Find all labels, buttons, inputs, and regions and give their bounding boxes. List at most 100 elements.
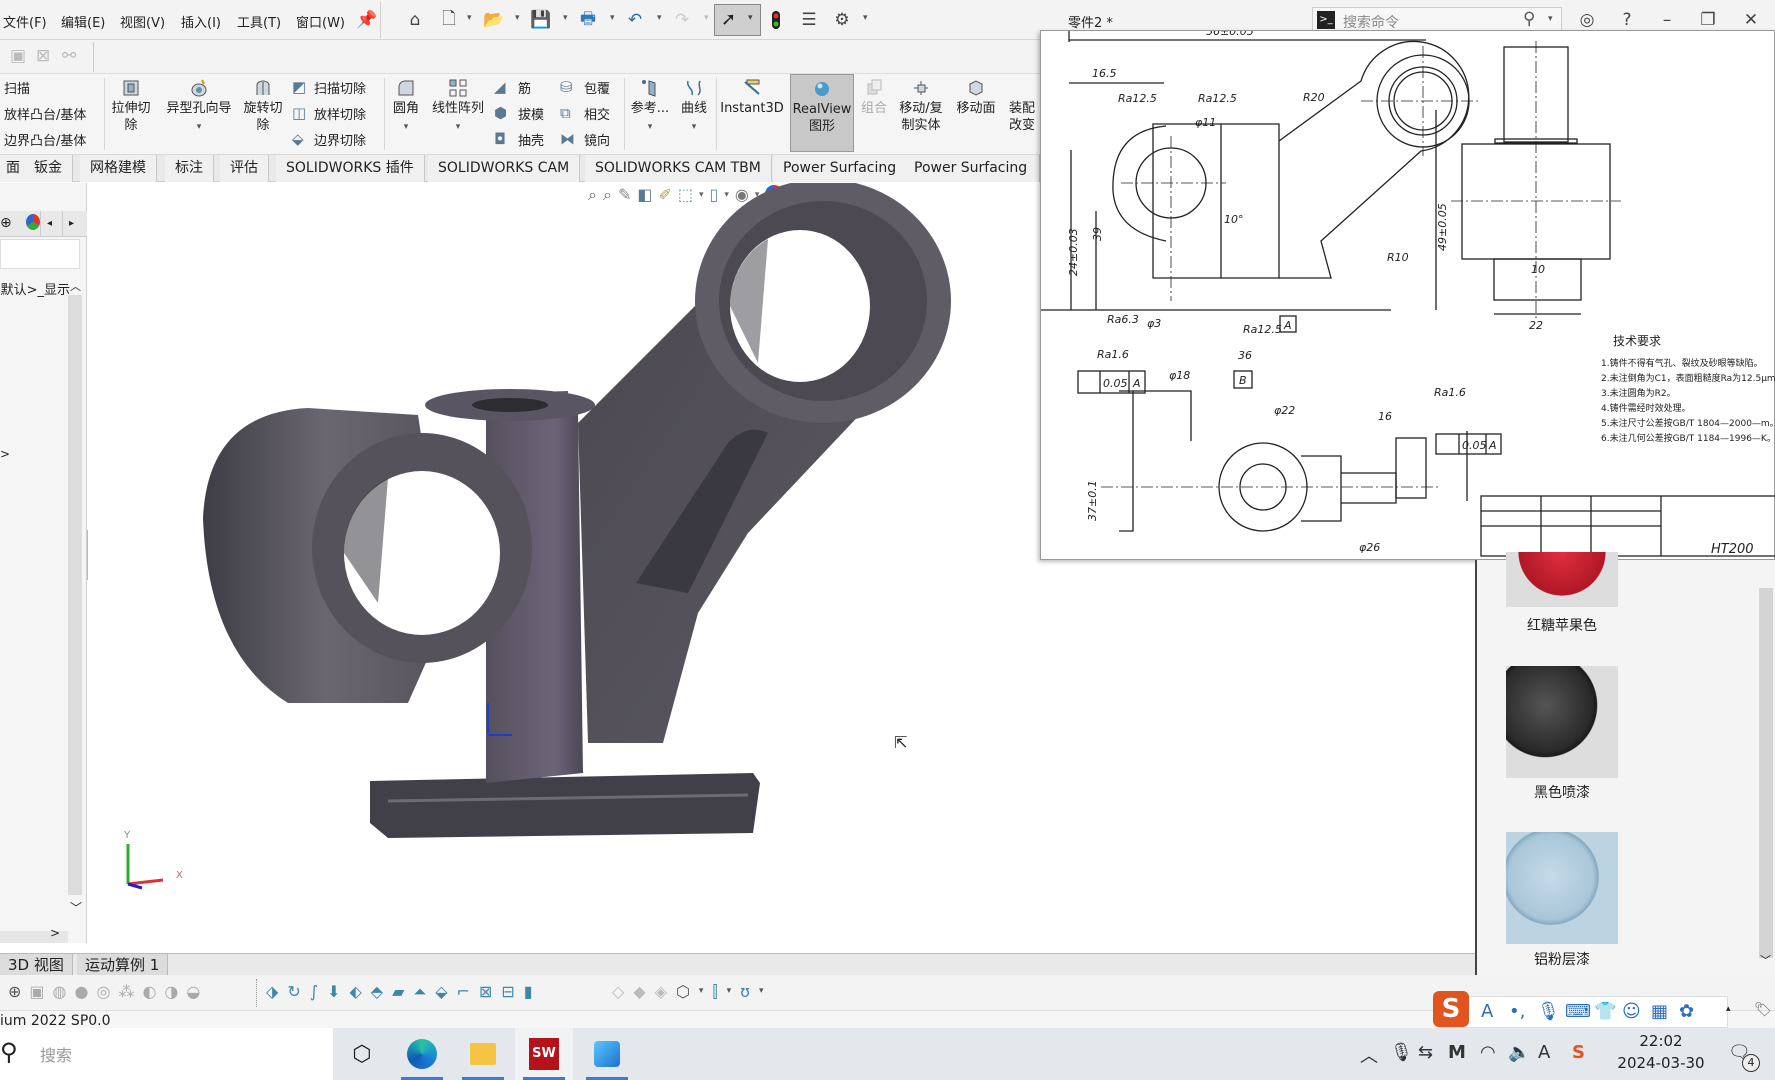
menu-insert[interactable]: 插入(I) xyxy=(181,12,221,31)
sketch-icon[interactable]: ▣ xyxy=(10,46,26,66)
open-icon[interactable]: 📂 xyxy=(483,9,505,31)
appearance-swatch-aluminum[interactable] xyxy=(1506,832,1618,944)
appearance-scrollbar[interactable] xyxy=(1759,588,1773,958)
feature-icon[interactable]: ⊠ xyxy=(36,46,50,66)
move-face-button[interactable]: 移动面 xyxy=(952,78,1000,117)
show-hidden-icons[interactable]: ︿ xyxy=(1360,1042,1378,1068)
split-icon[interactable]: ⊟ xyxy=(501,982,514,1002)
feature-a-icon[interactable]: ◍ xyxy=(53,982,67,1001)
minimize-icon[interactable]: – xyxy=(1656,9,1678,31)
search-commands-input[interactable]: 搜索命令 xyxy=(1343,12,1399,32)
undo-icon[interactable]: ↶ xyxy=(624,9,646,31)
configuration-manager-tab[interactable]: ⊕ xyxy=(0,215,12,231)
lofted-cut-button[interactable]: 放样切除 xyxy=(314,104,366,123)
swept-cut-button[interactable]: 扫描切除 xyxy=(314,78,366,97)
rebuild-icon[interactable] xyxy=(765,9,787,31)
reference-dropdown[interactable]: ▾ xyxy=(648,122,653,132)
scroll-down-icon[interactable]: ﹀ xyxy=(70,899,82,916)
microphone-icon[interactable]: 🎙 xyxy=(1390,1042,1413,1063)
combine-b-icon[interactable]: ◆ xyxy=(633,982,645,1002)
appearance-swatch-red[interactable] xyxy=(1506,552,1618,607)
hole-wizard-dropdown[interactable]: ▾ xyxy=(197,122,202,132)
tab-3d-view[interactable]: 3D 视图 xyxy=(0,954,73,976)
appearance-swatch-black[interactable] xyxy=(1506,666,1618,778)
help-icon[interactable]: ? xyxy=(1616,9,1638,31)
filter-box[interactable] xyxy=(0,239,80,269)
reference-bottom-icon[interactable]: ⫿ xyxy=(712,982,717,1002)
feature-c-icon[interactable]: ◎ xyxy=(96,982,110,1001)
linear-pattern-dropdown[interactable]: ▾ xyxy=(456,122,461,132)
curves-bottom-icon[interactable]: ʊ xyxy=(740,982,750,1002)
options-dropdown[interactable]: ▾ xyxy=(863,13,868,23)
tree-expand-icon[interactable]: > xyxy=(0,447,10,461)
close-icon[interactable]: ✕ xyxy=(1740,9,1762,31)
sogou-ime-icon[interactable]: S xyxy=(1433,991,1469,1027)
draft-button[interactable]: 拔模 xyxy=(518,104,544,123)
ime-skin-icon[interactable]: 👕 xyxy=(1594,1001,1616,1022)
shell-button[interactable]: 抽壳 xyxy=(518,130,544,149)
sketch-plane-icon[interactable]: ▣ xyxy=(29,982,44,1001)
restore-icon[interactable]: ❐ xyxy=(1697,9,1719,31)
edge-button[interactable] xyxy=(393,1028,451,1080)
move-face-bottom-icon[interactable]: ⬡ xyxy=(676,982,690,1002)
tab-markup[interactable]: 标注 xyxy=(165,155,214,182)
realview-graphics-button[interactable]: RealView 图形 xyxy=(790,74,854,152)
taskbar-search[interactable]: ⚲ 搜索 xyxy=(0,1028,333,1080)
rib-button[interactable]: 筋 xyxy=(518,78,531,97)
feature-d-icon[interactable]: ⁂ xyxy=(118,982,134,1001)
feature-b-icon[interactable]: ● xyxy=(75,982,89,1001)
save-icon[interactable]: 💾 xyxy=(530,9,552,31)
extruded-cut-button[interactable]: 拉伸切 除 xyxy=(108,78,154,134)
ime-keyboard-icon[interactable]: ⌨ xyxy=(1565,1001,1591,1022)
loft-icon[interactable]: ⬖ xyxy=(349,982,361,1002)
display-manager-tab[interactable] xyxy=(26,214,40,230)
move-copy-body-button[interactable]: 移动/复 制实体 xyxy=(894,78,948,134)
menu-view[interactable]: 视图(V) xyxy=(120,12,165,31)
appearance-scroll-down-icon[interactable]: ﹀ xyxy=(1760,952,1771,968)
taskbar-search-input[interactable]: 搜索 xyxy=(40,1042,72,1066)
ime-tag-icon[interactable]: 🏷 xyxy=(1754,1002,1772,1018)
wifi-icon[interactable]: ◠ xyxy=(1480,1042,1496,1063)
reference-bottom-dropdown[interactable]: ▾ xyxy=(727,982,732,1002)
move-face-dropdown[interactable]: ▾ xyxy=(699,982,704,1002)
redo-icon[interactable]: ↷ xyxy=(671,9,693,31)
ime-settings-icon[interactable]: ✿ xyxy=(1679,1001,1694,1022)
photos-button[interactable] xyxy=(578,1028,636,1080)
dome-icon[interactable]: ⏶ xyxy=(413,982,426,1002)
revolve-boss-icon[interactable]: ↻ xyxy=(287,982,300,1002)
search-icon[interactable]: ⚲ xyxy=(1523,9,1535,29)
solidworks-button[interactable]: SW xyxy=(515,1028,573,1080)
ime-voice-icon[interactable]: 🎙 xyxy=(1537,1001,1560,1022)
tab-mesh-modeling[interactable]: 网格建模 xyxy=(80,155,157,182)
revolved-cut-button[interactable]: 旋转切 除 xyxy=(240,78,286,134)
tab-motion-study-1[interactable]: 运动算例 1 xyxy=(77,954,169,976)
home-icon[interactable]: ⌂ xyxy=(404,9,426,31)
ime-expand-icon[interactable]: ▴ xyxy=(1726,1004,1731,1014)
combine-c-icon[interactable]: ◈ xyxy=(655,982,667,1002)
origin-icon[interactable]: ⊕ xyxy=(8,982,21,1001)
curves-bottom-dropdown[interactable]: ▾ xyxy=(759,982,764,1002)
font-icon[interactable]: A xyxy=(1538,1042,1550,1063)
link-icon[interactable]: ⚯ xyxy=(62,46,76,66)
mixer-icon[interactable]: ⇆ xyxy=(1418,1042,1433,1063)
save-dropdown[interactable]: ▾ xyxy=(563,13,568,23)
wrap-button[interactable]: 包覆 xyxy=(584,78,610,97)
fillet-dropdown[interactable]: ▾ xyxy=(404,122,409,132)
reference-geometry-button[interactable]: 参考... ▾ xyxy=(628,78,672,136)
engineering-drawing-overlay[interactable]: 56±0.05 16.5 Ra12.5 Ra12.5 φ11 R20 39 24… xyxy=(1040,25,1775,560)
menu-tools[interactable]: 工具(T) xyxy=(237,12,281,31)
print-dropdown[interactable]: ▾ xyxy=(610,13,615,23)
select-dropdown[interactable]: ▾ xyxy=(748,13,753,23)
search-dropdown[interactable]: ▾ xyxy=(1548,14,1553,24)
clock[interactable]: 22:02 2024-03-30 xyxy=(1606,1032,1716,1072)
fillet-button[interactable]: 圆角 ▾ xyxy=(388,78,424,136)
tab-solidworks-cam-tbm[interactable]: SOLIDWORKS CAM TBM xyxy=(585,155,772,182)
print-icon[interactable]: 🖶 xyxy=(577,9,599,31)
indent-icon[interactable]: ⊠ xyxy=(479,982,492,1002)
sweep-button[interactable]: 扫描 xyxy=(4,78,30,97)
file-explorer-button[interactable] xyxy=(454,1028,512,1080)
tab-sheet-metal[interactable]: 钣金 xyxy=(24,155,73,182)
tab-scroll-next[interactable]: ▸ xyxy=(62,211,80,237)
combine-button[interactable]: 组合 xyxy=(858,78,890,117)
menu-window[interactable]: 窗口(W) xyxy=(296,12,345,31)
